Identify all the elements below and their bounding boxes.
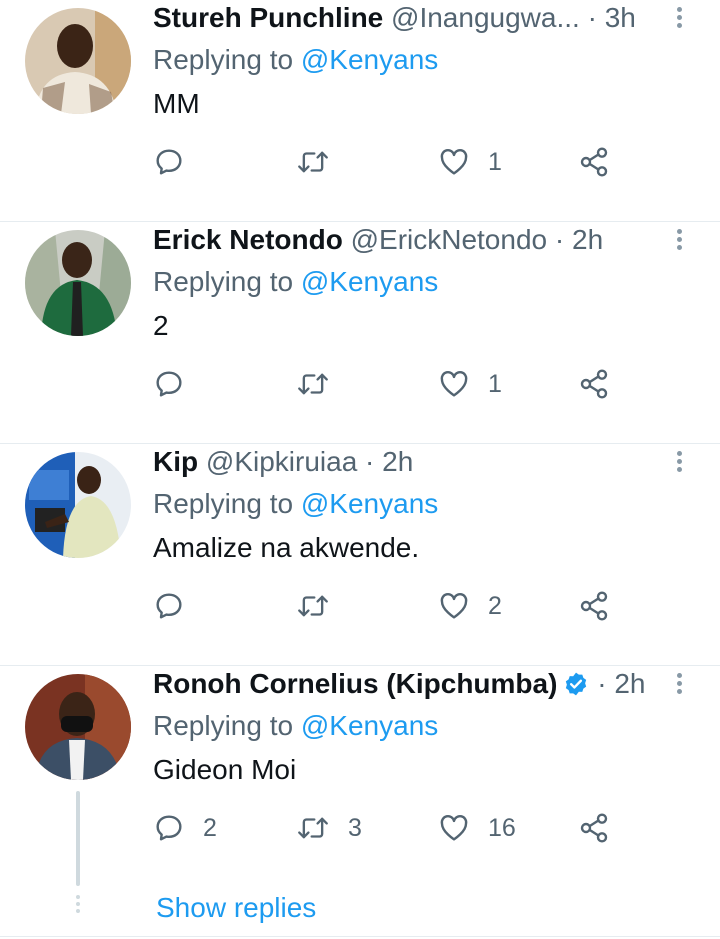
more-icon[interactable] — [674, 226, 684, 256]
like-count: 1 — [488, 369, 502, 398]
action-bar: 2 3 16 — [153, 806, 720, 850]
replying-to-label: Replying to — [153, 488, 294, 519]
mention-link[interactable]: @Kenyans — [301, 44, 438, 75]
retweet-button[interactable]: 3 — [296, 806, 362, 850]
reply-icon — [156, 149, 182, 175]
like-icon — [440, 370, 468, 397]
reply-feed: Stureh Punchline @Inangugwa... · 3h Repl… — [0, 0, 720, 937]
user-handle[interactable]: @Inangugwa... — [391, 2, 580, 33]
like-count: 16 — [488, 813, 516, 842]
tweet-header: Erick Netondo @ErickNetondo · 2h — [153, 222, 660, 262]
mention-link[interactable]: @Kenyans — [301, 710, 438, 741]
thread-continuation-dots — [75, 892, 81, 916]
like-count: 1 — [488, 147, 502, 176]
timestamp[interactable]: 2h — [382, 446, 413, 477]
reply-button[interactable] — [153, 584, 203, 628]
timestamp[interactable]: 3h — [605, 2, 636, 33]
tweet[interactable]: Kip @Kipkiruiaa · 2h Replying to @Kenyan… — [0, 444, 720, 666]
tweet-text: MM — [153, 88, 200, 119]
display-name[interactable]: Kip — [153, 446, 198, 477]
separator-dot: · — [587, 2, 597, 33]
timestamp[interactable]: 2h — [614, 668, 645, 699]
tweet-text: Gideon Moi — [153, 754, 297, 785]
replying-to: Replying to @Kenyans — [153, 266, 438, 298]
like-icon — [440, 814, 468, 841]
action-bar: 2 — [153, 584, 720, 628]
timestamp[interactable]: 2h — [572, 224, 603, 255]
retweet-icon — [298, 373, 328, 395]
replying-to-label: Replying to — [153, 44, 294, 75]
tweet[interactable]: Stureh Punchline @Inangugwa... · 3h Repl… — [0, 0, 720, 222]
reply-button[interactable] — [153, 140, 203, 184]
display-name[interactable]: Ronoh Cornelius (Kipchumba) — [153, 668, 557, 699]
tweet[interactable]: Erick Netondo @ErickNetondo · 2h Replyin… — [0, 222, 720, 444]
retweet-icon — [298, 817, 328, 839]
display-name[interactable]: Stureh Punchline — [153, 2, 383, 33]
tweet-header: Ronoh Cornelius (Kipchumba) · 2h — [153, 666, 660, 706]
share-button[interactable] — [578, 584, 610, 628]
thread-line — [76, 791, 80, 886]
retweet-icon — [298, 151, 328, 173]
replying-to-label: Replying to — [153, 710, 294, 741]
separator-dot: · — [365, 446, 375, 477]
share-icon — [580, 147, 608, 177]
tweet-text: Amalize na akwende. — [153, 532, 420, 563]
reply-icon — [156, 815, 182, 841]
action-bar: 1 — [153, 140, 720, 184]
retweet-button[interactable] — [296, 140, 348, 184]
avatar[interactable] — [25, 8, 131, 114]
avatar[interactable] — [25, 674, 131, 780]
like-button[interactable]: 2 — [438, 584, 502, 628]
tweet-text: 2 — [153, 310, 169, 341]
tweet-header: Stureh Punchline @Inangugwa... · 3h — [153, 0, 660, 40]
avatar[interactable] — [25, 452, 131, 558]
user-handle[interactable]: @ErickNetondo — [351, 224, 548, 255]
reply-icon — [156, 593, 182, 619]
replying-to: Replying to @Kenyans — [153, 44, 438, 76]
tweet[interactable]: Ronoh Cornelius (Kipchumba) · 2h Replyin… — [0, 666, 720, 937]
like-button[interactable]: 16 — [438, 806, 516, 850]
display-name[interactable]: Erick Netondo — [153, 224, 343, 255]
more-icon[interactable] — [674, 670, 684, 700]
separator-dot: · — [597, 668, 607, 699]
share-button[interactable] — [578, 140, 610, 184]
share-icon — [580, 591, 608, 621]
retweet-icon — [298, 595, 328, 617]
verified-badge-icon — [563, 670, 589, 706]
avatar-image — [25, 452, 131, 558]
action-bar: 1 — [153, 362, 720, 406]
retweet-button[interactable] — [296, 362, 348, 406]
retweet-button[interactable] — [296, 584, 348, 628]
reply-button[interactable]: 2 — [153, 806, 217, 850]
share-button[interactable] — [578, 362, 610, 406]
like-icon — [440, 592, 468, 619]
replying-to: Replying to @Kenyans — [153, 488, 438, 520]
more-icon[interactable] — [674, 448, 684, 478]
avatar-image — [25, 674, 131, 780]
avatar-image — [25, 8, 131, 114]
separator-dot: · — [554, 224, 565, 255]
reply-count: 2 — [203, 813, 217, 842]
show-replies-link[interactable]: Show replies — [156, 892, 316, 924]
replying-to-label: Replying to — [153, 266, 294, 297]
user-handle[interactable]: @Kipkiruiaa — [206, 446, 357, 477]
like-count: 2 — [488, 591, 502, 620]
like-button[interactable]: 1 — [438, 140, 502, 184]
avatar-image — [25, 230, 131, 336]
reply-icon — [156, 371, 182, 397]
reply-button[interactable] — [153, 362, 203, 406]
share-button[interactable] — [578, 806, 610, 850]
mention-link[interactable]: @Kenyans — [301, 488, 438, 519]
replying-to: Replying to @Kenyans — [153, 710, 438, 742]
avatar[interactable] — [25, 230, 131, 336]
like-icon — [440, 148, 468, 175]
more-icon[interactable] — [674, 4, 684, 34]
mention-link[interactable]: @Kenyans — [301, 266, 438, 297]
tweet-header: Kip @Kipkiruiaa · 2h — [153, 444, 660, 484]
like-button[interactable]: 1 — [438, 362, 502, 406]
share-icon — [580, 369, 608, 399]
share-icon — [580, 813, 608, 843]
retweet-count: 3 — [348, 813, 362, 842]
